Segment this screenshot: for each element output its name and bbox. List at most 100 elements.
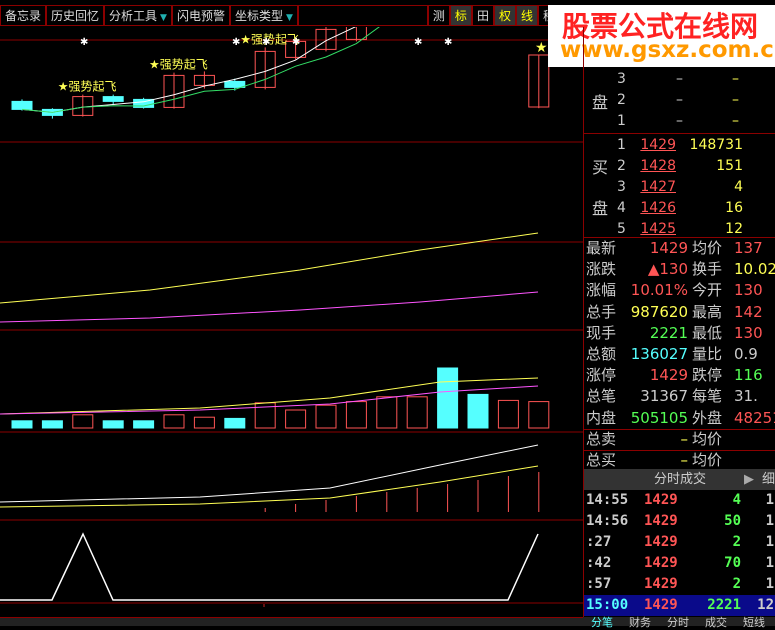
trade-row: 14:55 1429 4 1 xyxy=(584,490,775,511)
trade-volume: 2 xyxy=(732,534,741,550)
ask-price: – xyxy=(676,92,683,108)
bid-row: 2 1428 151 xyxy=(584,156,775,177)
axis-type-button[interactable]: 坐标类型 ▼ xyxy=(229,5,298,26)
ask-row: 2 – – xyxy=(584,90,775,111)
bid-level: 1 xyxy=(617,137,626,153)
trade-count: 1 xyxy=(765,534,774,550)
panel-tab-1[interactable]: 财务 xyxy=(629,614,651,630)
bid-row: 1 1429 148731 xyxy=(584,135,775,156)
volume-bar xyxy=(102,420,124,429)
moving-average-line xyxy=(0,232,539,304)
volume-bar xyxy=(285,409,307,429)
stat-row: 涨幅 10.01% 今开 130 xyxy=(584,280,775,301)
volume-bar xyxy=(72,414,94,429)
volume-bar xyxy=(345,401,367,429)
stat-value: 0.9 xyxy=(734,345,758,363)
volume-bar xyxy=(163,414,185,429)
stat-row: 现手 2221 最低 130 xyxy=(584,323,775,344)
volume-bar xyxy=(528,401,550,429)
trade-row: :27 1429 2 1 xyxy=(584,532,775,553)
stat-label: 今开 xyxy=(692,281,723,300)
bid-level: 2 xyxy=(617,158,626,174)
trade-volume: 4 xyxy=(732,492,741,508)
indicator-line xyxy=(0,444,539,503)
mark-button[interactable]: 标 xyxy=(449,5,472,26)
bid-volume: 16 xyxy=(725,200,743,216)
trade-time: :57 xyxy=(586,576,612,592)
stat-label: 跌停 xyxy=(692,366,723,385)
marker-dot: ✱ xyxy=(80,37,88,48)
axis-type-label: 坐标类型 xyxy=(234,9,283,23)
volume-bar xyxy=(376,396,398,429)
stat-label: 涨停 xyxy=(586,366,617,385)
trade-price: 1429 xyxy=(644,534,678,550)
measure-button[interactable]: 测 xyxy=(427,5,450,26)
toolbar: 备忘录 历史回忆 分析工具▼ 闪电预警 坐标类型▼ 测 标 田 权 线 移 xyxy=(0,5,560,26)
star-icon: ★ xyxy=(535,40,548,56)
bid-label: 盘 xyxy=(592,199,609,218)
panel-tab-4[interactable]: 短线 xyxy=(743,614,765,630)
trades-more-button[interactable]: 细 xyxy=(762,469,775,490)
bid-price: 1426 xyxy=(640,200,676,216)
trade-count: 1 xyxy=(765,555,774,571)
panel-tab-2[interactable]: 分时 xyxy=(667,614,689,630)
panel-tab-0[interactable]: 分笔 xyxy=(591,614,613,630)
play-icon[interactable]: ▶ xyxy=(744,469,754,490)
memo-button[interactable]: 备忘录 xyxy=(0,5,47,26)
trade-price: 1429 xyxy=(644,597,678,613)
grid-button[interactable]: 田 xyxy=(471,5,494,26)
trade-row: :57 1429 2 1 xyxy=(584,574,775,595)
ask-row: 1 – – xyxy=(584,111,775,132)
trade-time: :42 xyxy=(586,555,612,571)
bottom-tab-bar[interactable] xyxy=(0,617,583,626)
stat-label: 均价 xyxy=(692,239,723,257)
trade-price: 1429 xyxy=(644,513,678,529)
ask-volume: – xyxy=(732,113,739,129)
stat-value: 10.02% xyxy=(734,260,775,279)
ask-price: – xyxy=(676,113,683,129)
trade-time: 14:56 xyxy=(586,513,629,529)
rights-button[interactable]: 权 xyxy=(493,5,516,26)
dropdown-icon[interactable]: ▼ xyxy=(286,13,293,23)
stat-label: 现手 xyxy=(586,323,617,342)
analysis-tools-button[interactable]: 分析工具 ▼ xyxy=(104,5,172,26)
panel-tab-bar[interactable]: 分笔 财务 分时 成交 短线 xyxy=(583,616,775,629)
flash-alert-button[interactable]: 闪电预警 xyxy=(171,5,230,26)
panel-tab-3[interactable]: 成交 xyxy=(705,614,727,630)
axis-label: 09 xyxy=(265,606,280,607)
dropdown-icon[interactable]: ▼ xyxy=(160,13,167,23)
stat-row: 总笔 31367 每笔 31. xyxy=(584,386,775,407)
trade-price: 1429 xyxy=(644,492,678,508)
trade-row: :42 1429 70 1 xyxy=(584,553,775,574)
stat-label: 涨幅 xyxy=(586,281,617,300)
stat-value: 31367 xyxy=(640,387,688,406)
trade-time: :27 xyxy=(586,534,612,550)
trade-row: 15:00 1429 2221 12 xyxy=(584,595,775,616)
stat-value: 1429 xyxy=(649,366,688,385)
stat-label: 总额 xyxy=(586,345,617,363)
candle-body xyxy=(224,80,246,88)
stat-value: 1429 xyxy=(649,239,688,257)
line-button[interactable]: 线 xyxy=(515,5,538,26)
stat-value: 136027 xyxy=(630,345,688,363)
ask-price: – xyxy=(676,71,683,87)
quote-panel: 3– –2– –1– – 盘 1 1429 148731 2 1428 151 3 1427 4 4 1426… xyxy=(583,27,775,626)
stat-value: 2221 xyxy=(649,323,688,342)
indicator-line xyxy=(0,465,539,508)
bid-level: 3 xyxy=(617,179,626,195)
ask-level: 1 xyxy=(617,113,626,129)
bid-row: 4 1426 16 xyxy=(584,198,775,219)
kline-chart[interactable]: ★强势起飞★强势起飞★强势起飞✱✱✱✱✱✱★09 xyxy=(0,27,583,607)
stat-label: 均价 xyxy=(692,451,723,469)
history-button[interactable]: 历史回忆 xyxy=(46,5,105,26)
stat-value: 116 xyxy=(734,366,763,385)
trade-price: 1429 xyxy=(644,555,678,571)
ask-level: 2 xyxy=(617,92,626,108)
stat-label: 总卖 xyxy=(586,429,617,448)
stat-value: – xyxy=(680,451,689,469)
ask-level: 3 xyxy=(617,71,626,87)
volume-bar xyxy=(41,420,63,429)
marker-dot: ✱ xyxy=(444,37,452,48)
stat-label: 量比 xyxy=(692,345,723,363)
trade-time: 14:55 xyxy=(586,492,629,508)
